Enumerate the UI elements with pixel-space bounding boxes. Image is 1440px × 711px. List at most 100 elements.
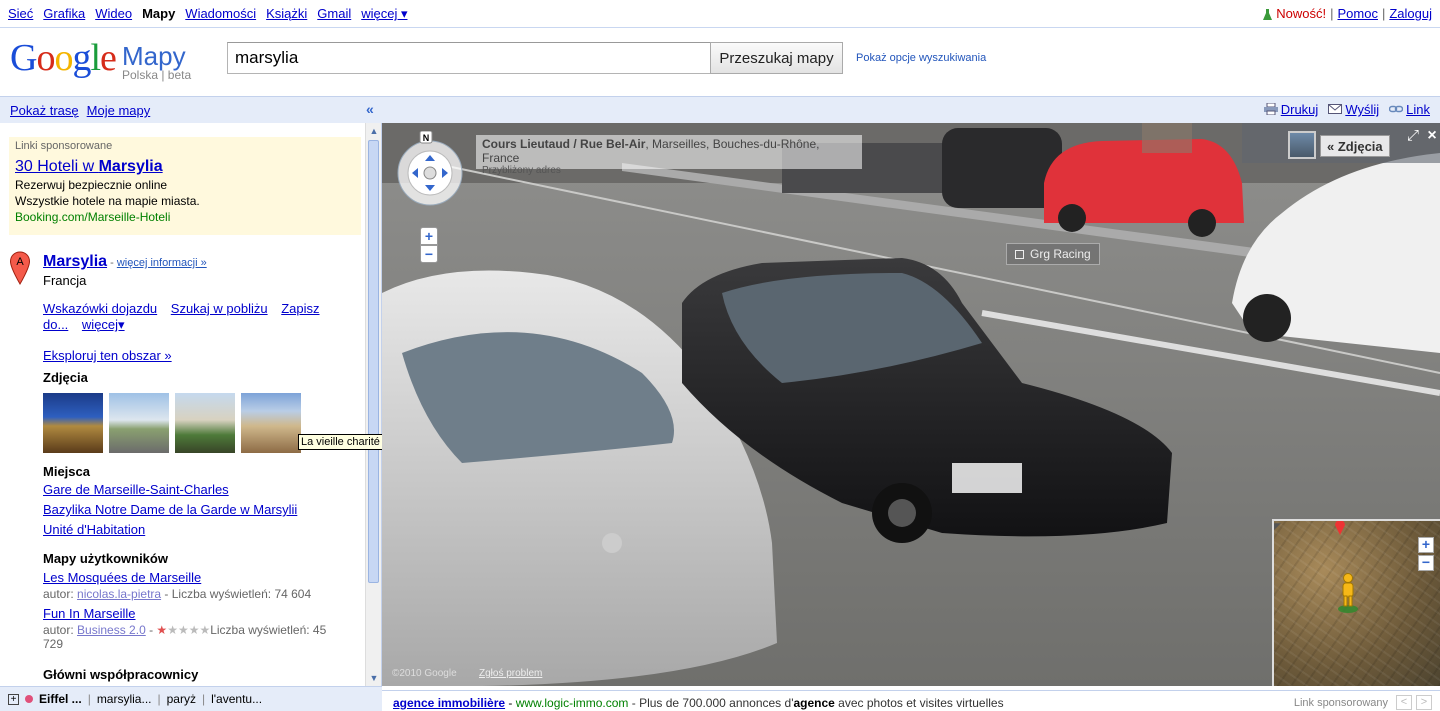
- bottom-ad-bar: agence immobilière - www.logic-immo.com …: [382, 690, 1440, 711]
- scroll-up-icon[interactable]: ▲: [367, 124, 381, 138]
- ad-title-prefix[interactable]: 30 Hoteli w: [15, 158, 99, 175]
- minimap-zoom-in-button[interactable]: +: [1418, 537, 1434, 553]
- result-country: Francja: [43, 273, 87, 288]
- report-problem-link[interactable]: Zgłoś problem: [479, 668, 542, 679]
- link-link[interactable]: Link: [1406, 102, 1430, 117]
- place-link[interactable]: Unité d'Habitation: [43, 522, 145, 537]
- separator: |: [157, 692, 161, 706]
- more-info-link[interactable]: więcej informacji »: [117, 257, 207, 269]
- more-actions-dropdown[interactable]: więcej▾: [82, 317, 125, 332]
- rating-star-icon: ★: [156, 623, 168, 637]
- search-nearby-action[interactable]: Szukaj w pobliżu: [171, 301, 268, 316]
- ad-title-keyword[interactable]: Marsylia: [99, 158, 163, 175]
- help-link[interactable]: Pomoc: [1338, 6, 1378, 21]
- saved-item[interactable]: l'aventu...: [211, 692, 262, 706]
- location-dot-icon: [25, 695, 33, 703]
- collapse-minimap-icon[interactable]: ◤: [1274, 521, 1284, 531]
- left-toolbar: Pokaż trasę Moje mapy «: [0, 96, 382, 123]
- collapse-panel-button[interactable]: «: [366, 101, 374, 117]
- minimap-zoom-out-button[interactable]: −: [1418, 555, 1434, 571]
- ad-line-2: Wszystkie hotele na mapie miasta.: [15, 194, 200, 208]
- photos-thumbnail[interactable]: [1288, 131, 1316, 159]
- explore-area-link[interactable]: Eksploruj ten obszar »: [43, 348, 172, 363]
- result-title-link[interactable]: Marsylia: [43, 253, 107, 270]
- nav-link-web[interactable]: Sieć: [8, 6, 33, 22]
- user-maps-heading: Mapy użytkowników: [43, 551, 168, 566]
- ad-title-link[interactable]: agence immobilière: [393, 696, 505, 710]
- sponsored-links: Linki sponsorowane 30 Hoteli w Marsylia …: [9, 137, 361, 235]
- user-map-link[interactable]: Les Mosquées de Marseille: [43, 570, 201, 585]
- directions-action[interactable]: Wskazówki dojazdu: [43, 301, 157, 316]
- author-link[interactable]: nicolas.la-pietra: [77, 587, 161, 601]
- ad-url: Booking.com/Marseille-Hoteli: [15, 210, 171, 224]
- my-maps-link[interactable]: Moje mapy: [87, 103, 151, 118]
- contributors-heading: Główni współpracownicy: [43, 667, 199, 682]
- ad-line-1: Rezerwuj bezpiecznie online: [15, 178, 168, 192]
- places-heading: Miejsca: [43, 464, 90, 479]
- map-marker-icon: [1335, 521, 1345, 535]
- send-tool[interactable]: Wyślij: [1328, 102, 1379, 117]
- saved-item[interactable]: marsylia...: [97, 692, 152, 706]
- zoom-in-button[interactable]: +: [420, 227, 438, 245]
- pegman-icon[interactable]: [1336, 573, 1360, 613]
- nav-link-video[interactable]: Wideo: [95, 6, 132, 22]
- get-directions-link[interactable]: Pokaż trasę: [10, 103, 79, 118]
- photo-strip: [43, 393, 301, 453]
- zoom-out-button[interactable]: −: [420, 245, 438, 263]
- nav-link-books[interactable]: Książki: [266, 6, 307, 22]
- photo-thumbnail[interactable]: [43, 393, 103, 453]
- fullscreen-icon[interactable]: ⤢: [1402, 127, 1424, 147]
- mini-map[interactable]: ◤ + −: [1272, 519, 1440, 686]
- scroll-down-icon[interactable]: ▼: [367, 671, 381, 685]
- separator: |: [201, 692, 206, 706]
- send-link[interactable]: Wyślij: [1345, 102, 1379, 117]
- marker-a-icon[interactable]: A: [9, 251, 31, 285]
- panel-scrollbar[interactable]: ▲ ▼: [365, 123, 381, 686]
- business-label[interactable]: Grg Racing: [1006, 243, 1100, 265]
- photo-thumbnail[interactable]: [175, 393, 235, 453]
- nav-link-news[interactable]: Wiadomości: [185, 6, 256, 22]
- saved-locations-bar: + Eiffel ... | marsylia... | paryż | l'a…: [0, 686, 382, 711]
- user-map-meta: autor: nicolas.la-pietra - Liczba wyświe…: [43, 587, 312, 601]
- expand-plus-icon[interactable]: +: [8, 693, 19, 705]
- saved-item[interactable]: paryż: [167, 692, 196, 706]
- place-link[interactable]: Bazylika Notre Dame de la Garde w Marsyl…: [43, 502, 297, 517]
- login-link[interactable]: Zaloguj: [1389, 6, 1432, 21]
- nav-link-images[interactable]: Grafika: [43, 6, 85, 22]
- street-names: Cours Lieutaud / Rue Bel-Air, Marseilles…: [482, 137, 820, 165]
- header: Google Mapy Polska | beta Przeszukaj map…: [0, 29, 1440, 95]
- search-input[interactable]: [227, 42, 711, 74]
- saved-item[interactable]: Eiffel ...: [39, 692, 82, 706]
- print-tool[interactable]: Drukuj: [1263, 102, 1319, 117]
- nav-link-gmail[interactable]: Gmail: [317, 6, 351, 22]
- envelope-icon: [1328, 104, 1343, 114]
- top-nav-bar: Sieć Grafika Wideo Mapy Wiadomości Książ…: [0, 0, 1440, 28]
- print-link[interactable]: Drukuj: [1281, 102, 1319, 117]
- ad-next-button[interactable]: >: [1416, 695, 1432, 710]
- link-tool[interactable]: Link: [1389, 102, 1430, 117]
- close-icon[interactable]: ×: [1424, 127, 1440, 147]
- google-logo[interactable]: Google: [10, 39, 117, 77]
- user-map-link[interactable]: Fun In Marseille: [43, 606, 135, 621]
- ad-prev-button[interactable]: <: [1396, 695, 1412, 710]
- user-map-meta: autor: Business 2.0 - ★★★★★Liczba wyświe…: [43, 623, 327, 651]
- separator: |: [1381, 6, 1386, 21]
- search-options-link[interactable]: Pokaż opcje wyszukiwania: [856, 52, 986, 64]
- business-label-text: Grg Racing: [1030, 247, 1091, 261]
- approximate-address-label: Przybliżony adres: [482, 165, 561, 176]
- author-link[interactable]: Business 2.0: [77, 623, 146, 637]
- map-toolbar: Drukuj Wyślij Link: [382, 96, 1440, 123]
- new-features-link[interactable]: Nowość!: [1276, 6, 1326, 21]
- street-view-panorama[interactable]: Cours Lieutaud / Rue Bel-Air, Marseilles…: [382, 123, 1440, 686]
- ad-title[interactable]: 30 Hoteli w Marsylia: [15, 158, 355, 176]
- search-maps-button[interactable]: Przeszukaj mapy: [710, 42, 843, 74]
- sponsored-link-label: Link sponsorowany: [1293, 697, 1388, 709]
- photos-toggle-button[interactable]: « Zdjęcia: [1320, 135, 1390, 157]
- copyright-notice: ©2010 Google: [392, 668, 457, 679]
- place-link[interactable]: Gare de Marseille-Saint-Charles: [43, 482, 229, 497]
- ad-url[interactable]: www.logic-immo.com: [516, 696, 629, 710]
- scrollbar-thumb[interactable]: [368, 140, 379, 583]
- photo-thumbnail[interactable]: [241, 393, 301, 453]
- nav-link-more[interactable]: więcej ▾: [361, 6, 407, 22]
- photo-thumbnail[interactable]: [109, 393, 169, 453]
